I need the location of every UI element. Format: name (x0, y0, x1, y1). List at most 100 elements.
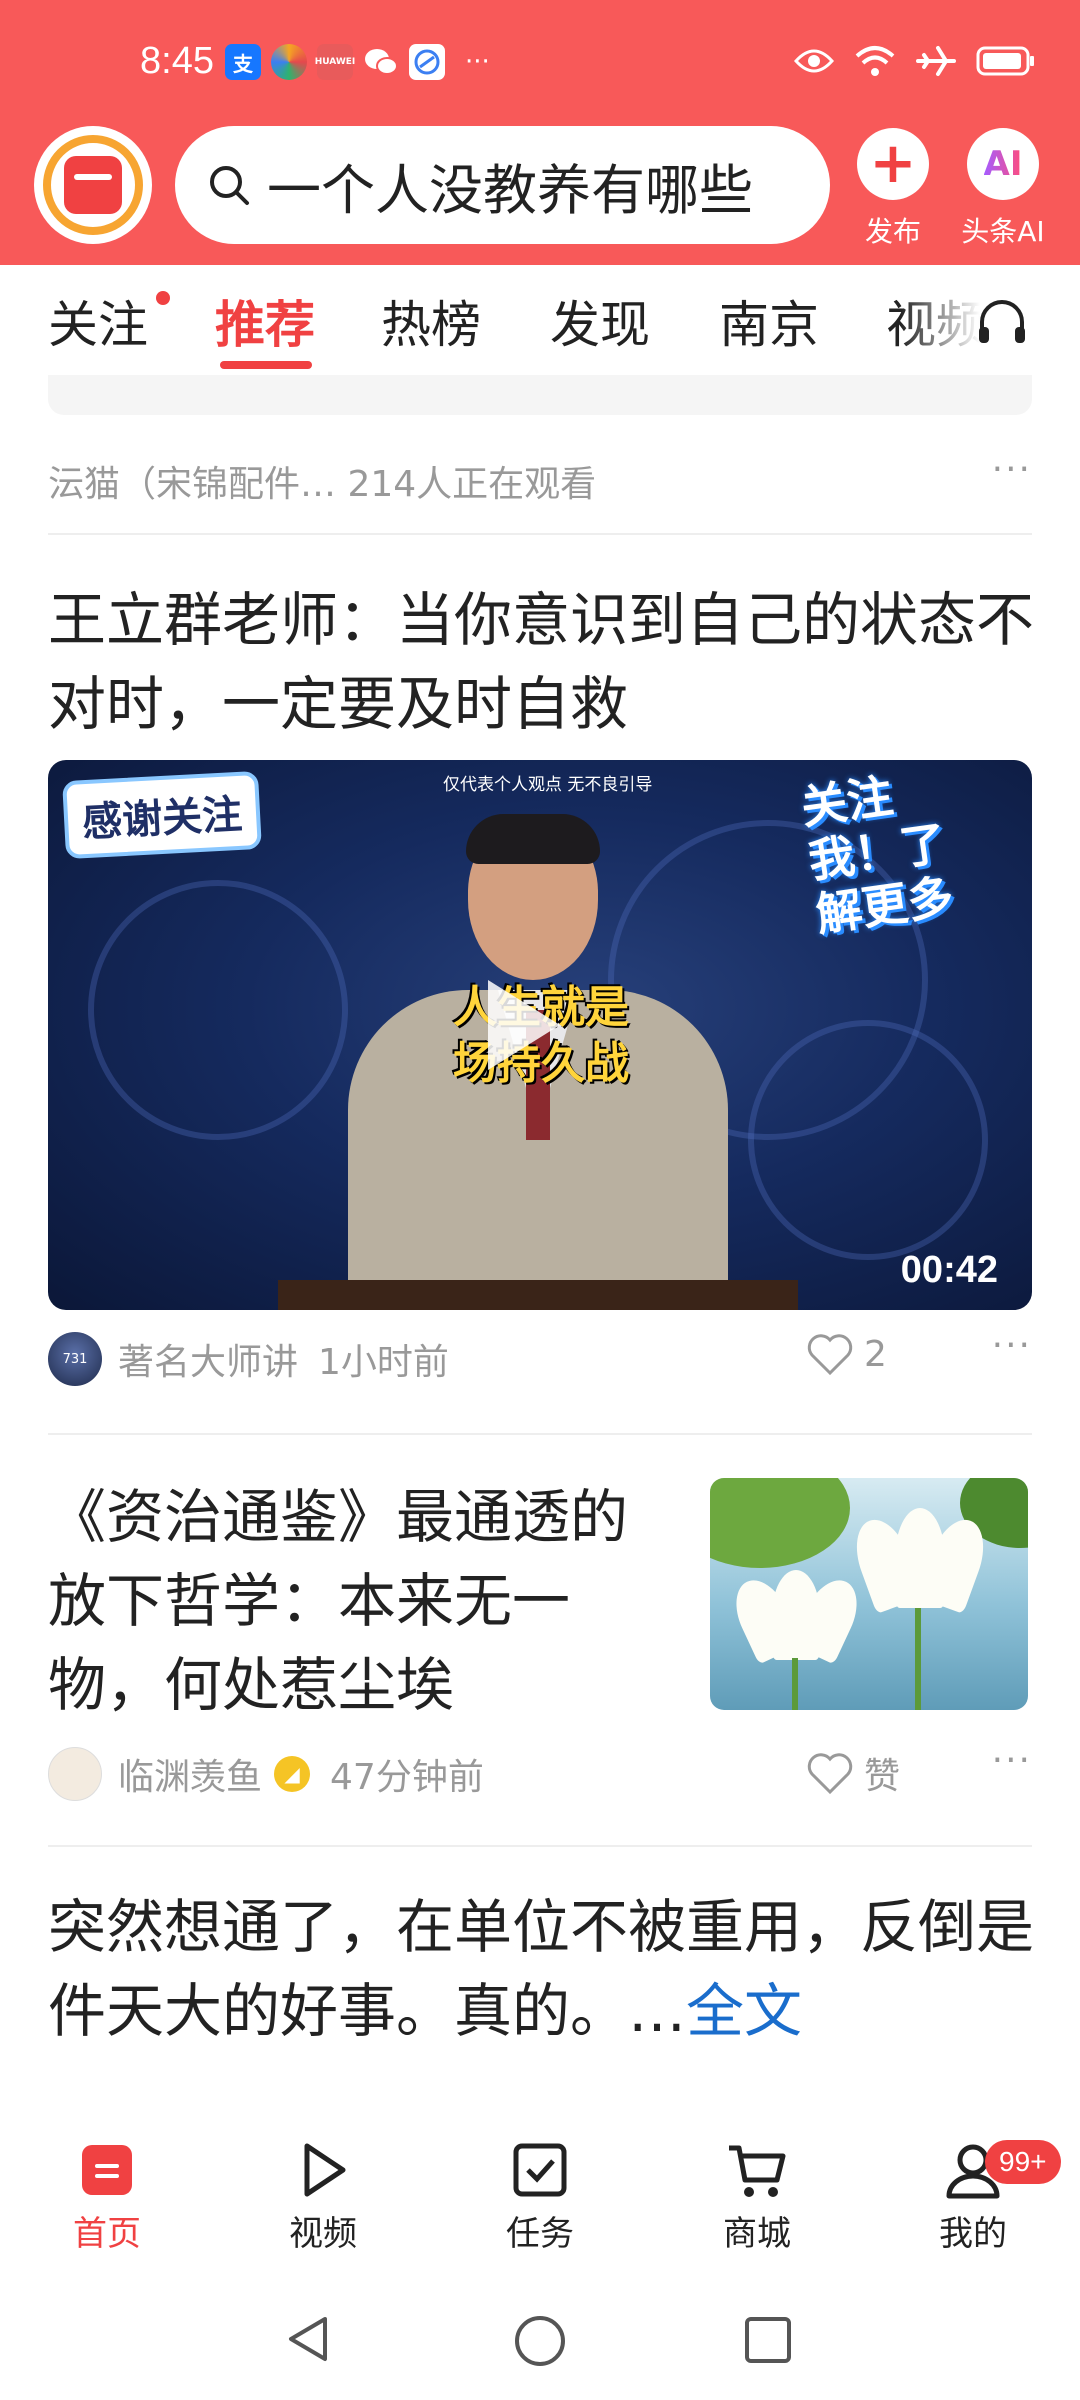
search-query-text: 一个人没教养有哪些 (267, 158, 753, 222)
article-meta: 731 著名大师讲 1小时前 (48, 1332, 449, 1386)
author-avatar[interactable] (48, 1747, 102, 1801)
live-meta-text: 沄猫（宋锦配件… 214人正在观看 (48, 464, 597, 505)
podium (278, 1280, 798, 1310)
author-avatar[interactable]: 731 (48, 1332, 102, 1386)
status-app-icons: 支 HUAWEI ··· (225, 44, 490, 80)
video-play-icon (304, 2143, 346, 2197)
video-duration: 00:42 (900, 1249, 998, 1291)
verified-badge-icon: ◢ (274, 1756, 311, 1792)
status-bar: 8:45 支 HUAWEI ··· (0, 0, 1080, 120)
publish-label: 发布 (864, 215, 921, 248)
video-player[interactable]: 感谢关注 仅代表个人观点 无不良引导 关注我！了解更多 人生就是 场持久战 00… (48, 760, 1032, 1310)
ai-icon: AI (967, 128, 1039, 200)
airplane-icon (916, 46, 956, 76)
nav-mall-label: 商城 (723, 2214, 791, 2254)
recents-icon[interactable] (743, 2315, 793, 2365)
video-tag-thanks: 感谢关注 (62, 770, 262, 860)
publish-time: 1小时前 (318, 1342, 449, 1383)
cart-icon (729, 2145, 786, 2197)
author-name[interactable]: 著名大师讲 (118, 1333, 298, 1385)
bottom-navigation: 首页 视频 任务 商城 我的 (0, 2130, 1080, 2275)
background-swirl (88, 880, 348, 1140)
home-icon (82, 2145, 132, 2195)
post-text[interactable]: 突然想通了，在单位不被重用，反倒是件天大的好事。真的。…全文 (48, 1885, 1038, 2053)
notification-badge: 99+ (985, 2140, 1061, 2184)
channel-tabs: 关注 推荐 热榜 发现 南京 视频 (0, 265, 1080, 375)
home-circle-icon[interactable] (512, 2313, 568, 2369)
background-swirl (748, 1020, 988, 1260)
ai-glyph: AI (983, 144, 1023, 184)
lotus-stem (792, 1658, 798, 1710)
article-thumbnail[interactable] (710, 1478, 1028, 1710)
plus-icon: + (857, 128, 929, 200)
headphone-icon[interactable] (975, 295, 1029, 349)
article-meta: 临渊羡鱼 ◢ 47分钟前 (48, 1747, 484, 1801)
active-tab-indicator (220, 361, 312, 369)
publish-time: 47分钟前 (330, 1757, 484, 1798)
nav-video-label: 视频 (289, 2214, 357, 2254)
video-disclaimer: 仅代表个人观点 无不良引导 (443, 775, 653, 795)
tab-hot[interactable]: 热榜 (381, 285, 481, 357)
more-options-icon[interactable]: ··· (992, 449, 1032, 490)
nav-home[interactable]: 首页 (32, 2140, 182, 2255)
eye-icon (794, 49, 834, 73)
status-right-icons (794, 44, 1036, 78)
browser-icon (409, 44, 445, 80)
heart-icon (807, 1334, 853, 1376)
article-title[interactable]: 王立群老师：当你意识到自己的状态不对时，一定要及时自救 (48, 578, 1038, 746)
task-check-icon (513, 2143, 567, 2197)
plus-glyph: + (869, 131, 917, 196)
ai-label: 头条AI (961, 215, 1045, 248)
post-body: 突然想通了，在单位不被重用，反倒是件天大的好事。真的。… (48, 1893, 1035, 2045)
play-icon[interactable] (488, 980, 560, 1070)
lotus-leaf (710, 1478, 850, 1568)
status-more-icon: ··· (465, 47, 490, 77)
nav-tasks[interactable]: 任务 (465, 2140, 615, 2255)
nav-video[interactable]: 视频 (248, 2140, 398, 2255)
video-tag-follow: 关注我！了解更多 (797, 768, 957, 942)
previous-card-tail[interactable] (48, 375, 1032, 415)
like-button[interactable]: 2 (806, 1332, 887, 1376)
tab-nanjing[interactable]: 南京 (719, 285, 819, 357)
search-bar[interactable]: 一个人没教养有哪些 (175, 126, 830, 244)
article-title[interactable]: 《资治通鉴》最通透的放下哲学：本来无一物，何处惹尘埃 (48, 1475, 648, 1727)
nav-mall[interactable]: 商城 (682, 2140, 832, 2255)
read-full-link[interactable]: 全文 (686, 1977, 802, 2045)
search-icon (210, 166, 249, 205)
tab-discover[interactable]: 发现 (550, 285, 650, 357)
wifi-icon (855, 46, 895, 76)
toutiao-ai-button[interactable]: AI 头条AI (938, 128, 1068, 250)
more-options-icon[interactable]: ··· (992, 1740, 1032, 1781)
lotus-stem (915, 1608, 921, 1710)
wechat-icon (363, 44, 399, 80)
more-options-icon[interactable]: ··· (992, 1325, 1032, 1366)
divider (48, 1845, 1032, 1847)
nav-tasks-label: 任务 (506, 2214, 574, 2254)
top-header: 8:45 支 HUAWEI ··· 一个人没教养有哪些 + 发布 AI 头条AI (0, 0, 1080, 265)
battery-icon (976, 46, 1034, 76)
system-navigation-bar (0, 2275, 1080, 2400)
news-feed: 沄猫（宋锦配件… 214人正在观看 ··· 王立群老师：当你意识到自己的状态不对… (0, 375, 1080, 2130)
like-label: 赞 (864, 1756, 901, 1797)
nav-profile-label: 我的 (939, 2214, 1007, 2254)
pinwheel-icon (271, 44, 307, 80)
tab-recommend[interactable]: 推荐 (215, 285, 315, 357)
like-button[interactable]: 赞 (806, 1747, 900, 1799)
nav-home-label: 首页 (73, 2214, 141, 2254)
speaker-hair (466, 814, 600, 864)
back-icon[interactable] (283, 2313, 335, 2365)
author-name[interactable]: 临渊羡鱼 (118, 1748, 262, 1800)
huawei-icon: HUAWEI (315, 44, 355, 80)
logo-ring (43, 135, 143, 235)
unread-dot (156, 291, 170, 305)
heart-icon (807, 1753, 853, 1795)
avatar-text: 731 (62, 1351, 88, 1367)
divider (48, 533, 1032, 535)
tab-follow[interactable]: 关注 (48, 285, 148, 357)
live-meta-row: 沄猫（宋锦配件… 214人正在观看 (48, 455, 596, 507)
like-count: 2 (864, 1333, 887, 1375)
app-logo-button[interactable] (34, 126, 152, 244)
status-time: 8:45 (140, 40, 214, 82)
red-packet-icon (64, 156, 122, 214)
alipay-icon: 支 (225, 44, 261, 80)
